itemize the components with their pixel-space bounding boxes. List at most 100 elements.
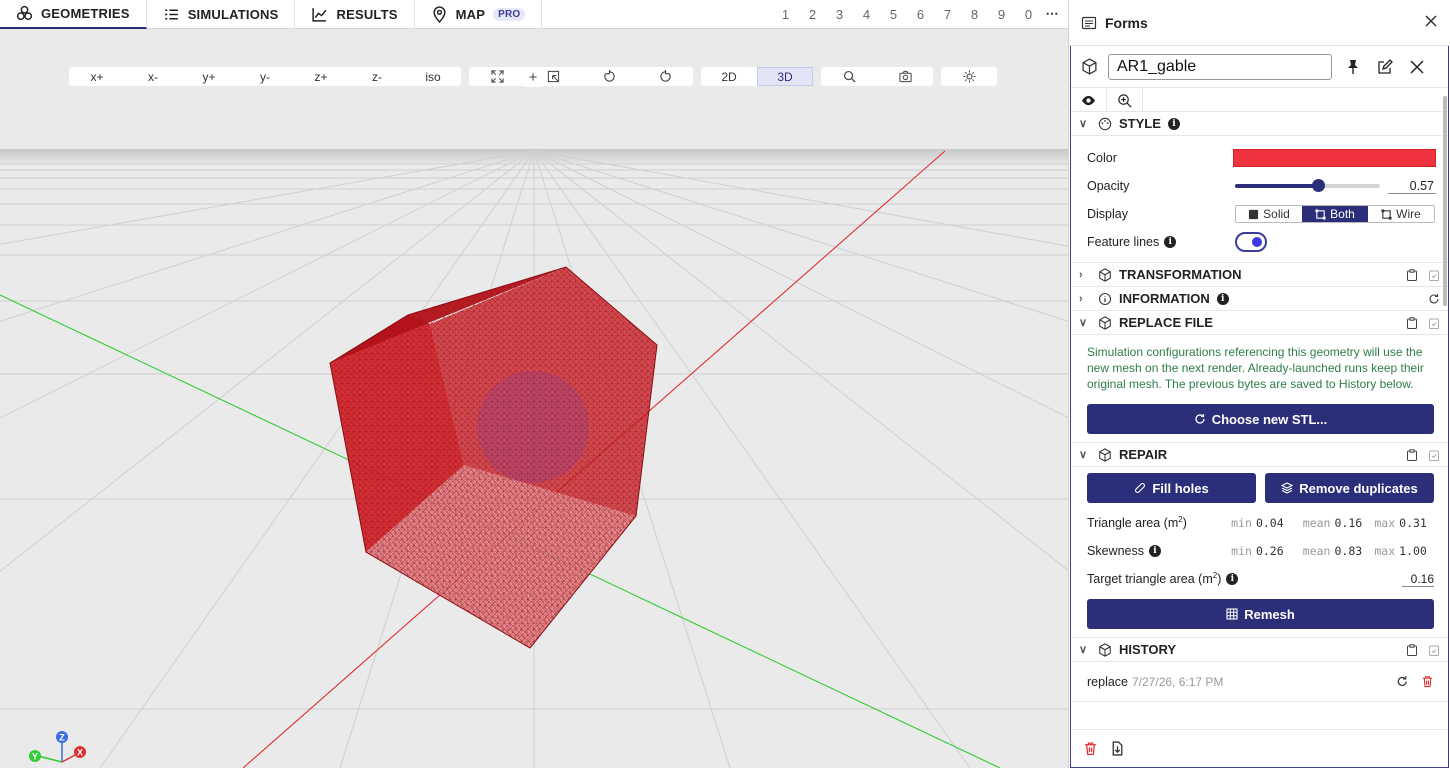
camera-toolbar bbox=[469, 67, 693, 86]
paste-icon[interactable] bbox=[1428, 644, 1440, 656]
lighting-button[interactable] bbox=[941, 67, 997, 86]
target-area-label: Target triangle area (m2) i bbox=[1087, 571, 1239, 587]
paste-icon[interactable] bbox=[1428, 317, 1440, 329]
restore-icon[interactable] bbox=[1396, 675, 1409, 688]
tab-label: SIMULATIONS bbox=[187, 6, 279, 22]
target-area-row: Target triangle area (m2) i 0.16 bbox=[1071, 565, 1448, 593]
feature-lines-label: Feature lines bbox=[1087, 235, 1160, 249]
slot-5[interactable]: 5 bbox=[880, 7, 907, 22]
visibility-row bbox=[1071, 88, 1448, 112]
clipboard-icon[interactable] bbox=[1406, 268, 1418, 281]
information-title: INFORMATION bbox=[1119, 291, 1210, 306]
opacity-value[interactable]: 0.57 bbox=[1388, 179, 1436, 194]
sync-icon bbox=[1195, 414, 1205, 424]
slot-2[interactable]: 2 bbox=[799, 7, 826, 22]
display-solid-option[interactable]: Solid bbox=[1236, 206, 1302, 222]
opacity-slider[interactable] bbox=[1235, 179, 1380, 192]
slot-1[interactable]: 1 bbox=[772, 7, 799, 22]
view-2d-button[interactable]: 2D bbox=[701, 67, 757, 86]
layers-icon bbox=[1281, 482, 1294, 494]
tab-geometries[interactable]: GEOMETRIES bbox=[0, 0, 147, 29]
remesh-button[interactable]: Remesh bbox=[1087, 599, 1434, 629]
replace-file-section: Simulation configurations referencing th… bbox=[1071, 335, 1448, 443]
slot-3[interactable]: 3 bbox=[826, 7, 853, 22]
view-3d-button[interactable]: 3D bbox=[757, 67, 813, 86]
fit-view-button[interactable] bbox=[469, 67, 525, 86]
triangle-area-label: Triangle area (m2) bbox=[1087, 515, 1187, 531]
chevron-right-icon: › bbox=[1079, 292, 1083, 305]
forms-panel: Forms ∨ STYLE i Color bbox=[1068, 0, 1450, 768]
feature-lines-toggle[interactable] bbox=[1235, 232, 1267, 252]
style-section-header[interactable]: ∨ STYLE i bbox=[1071, 112, 1448, 136]
slot-6[interactable]: 6 bbox=[907, 7, 934, 22]
style-section: Color Opacity 0.57 Display Solid Both Wi… bbox=[1071, 136, 1448, 263]
add-button[interactable]: + bbox=[523, 68, 543, 87]
zoom-to-button[interactable] bbox=[1107, 88, 1143, 112]
display-both-option[interactable]: Both bbox=[1302, 206, 1368, 222]
screenshot-button[interactable] bbox=[877, 67, 933, 86]
paste-icon[interactable] bbox=[1428, 449, 1440, 461]
dimension-toolbar: 2D 3D bbox=[701, 67, 813, 86]
skew-max: max 1.00 bbox=[1374, 544, 1427, 558]
view-z-minus-button[interactable]: z- bbox=[349, 67, 405, 86]
tab-simulations[interactable]: SIMULATIONS bbox=[147, 0, 296, 29]
more-menu-button[interactable]: ⋯ bbox=[1042, 6, 1062, 22]
clipboard-icon[interactable] bbox=[1406, 448, 1418, 461]
clipboard-icon[interactable] bbox=[1406, 643, 1418, 656]
history-timestamp: 7/27/26, 6:17 PM bbox=[1132, 674, 1224, 689]
option-label: Both bbox=[1330, 207, 1355, 221]
list-icon bbox=[164, 9, 178, 19]
slot-9[interactable]: 9 bbox=[988, 7, 1015, 22]
view-y-plus-button[interactable]: y+ bbox=[181, 67, 237, 86]
download-icon[interactable] bbox=[1110, 741, 1125, 756]
tab-results[interactable]: RESULTS bbox=[295, 0, 415, 29]
refresh-icon[interactable] bbox=[1428, 293, 1440, 305]
slider-handle[interactable] bbox=[1311, 179, 1325, 192]
clipboard-icon[interactable] bbox=[1406, 316, 1418, 329]
display-wire-option[interactable]: Wire bbox=[1368, 206, 1434, 222]
history-section-header[interactable]: ∨ HISTORY bbox=[1071, 638, 1448, 662]
geometry-mesh-ar1-gable[interactable] bbox=[329, 266, 658, 649]
view-y-minus-button[interactable]: y- bbox=[237, 67, 293, 86]
rotate-right-button[interactable] bbox=[637, 67, 693, 86]
trash-icon[interactable] bbox=[1083, 741, 1098, 756]
information-section-header[interactable]: › INFORMATION i bbox=[1071, 287, 1448, 311]
gizmo-y-label: Y bbox=[32, 752, 38, 762]
transformation-section-header[interactable]: › TRANSFORMATION bbox=[1071, 263, 1448, 287]
slot-8[interactable]: 8 bbox=[961, 7, 988, 22]
chart-line-icon bbox=[312, 7, 327, 22]
3d-viewport[interactable]: x+ x- y+ y- z+ z- iso 2D 3D + Z Y X bbox=[0, 29, 1068, 768]
fill-holes-button[interactable]: Fill holes bbox=[1087, 473, 1256, 503]
replace-file-section-header[interactable]: ∨ REPLACE FILE bbox=[1071, 311, 1448, 335]
choose-new-stl-button[interactable]: Choose new STL... bbox=[1087, 404, 1434, 434]
target-area-input[interactable]: 0.16 bbox=[1402, 572, 1434, 587]
pin-icon bbox=[1348, 59, 1358, 74]
view-iso-button[interactable]: iso bbox=[405, 67, 461, 86]
chevron-down-icon: ∨ bbox=[1079, 449, 1088, 461]
repair-section-header[interactable]: ∨ REPAIR bbox=[1071, 443, 1448, 467]
gizmo-x-label: X bbox=[77, 748, 83, 758]
tab-map[interactable]: MAP PRO bbox=[415, 0, 543, 29]
pin-button[interactable] bbox=[1340, 54, 1366, 80]
display-mode-selector: Solid Both Wire bbox=[1235, 205, 1435, 223]
edit-button[interactable] bbox=[1372, 54, 1398, 80]
skew-min: min 0.26 bbox=[1231, 544, 1284, 558]
paste-icon[interactable] bbox=[1428, 269, 1440, 281]
trash-icon[interactable] bbox=[1421, 675, 1434, 688]
view-x-minus-button[interactable]: x- bbox=[125, 67, 181, 86]
view-z-plus-button[interactable]: z+ bbox=[293, 67, 349, 86]
geometry-name-input[interactable] bbox=[1108, 53, 1332, 80]
color-swatch[interactable] bbox=[1232, 149, 1436, 167]
rotate-left-button[interactable] bbox=[581, 67, 637, 86]
slot-7[interactable]: 7 bbox=[934, 7, 961, 22]
view-x-plus-button[interactable]: x+ bbox=[69, 67, 125, 86]
slot-0[interactable]: 0 bbox=[1015, 7, 1042, 22]
search-button[interactable] bbox=[821, 67, 877, 86]
history-entry: replace 7/27/26, 6:17 PM bbox=[1071, 662, 1448, 702]
visibility-toggle[interactable] bbox=[1071, 88, 1107, 112]
slot-4[interactable]: 4 bbox=[853, 7, 880, 22]
remove-duplicates-button[interactable]: Remove duplicates bbox=[1265, 473, 1434, 503]
panel-scrollbar[interactable] bbox=[1443, 96, 1447, 306]
close-geometry-button[interactable] bbox=[1404, 54, 1430, 80]
close-forms-button[interactable] bbox=[1424, 12, 1438, 33]
